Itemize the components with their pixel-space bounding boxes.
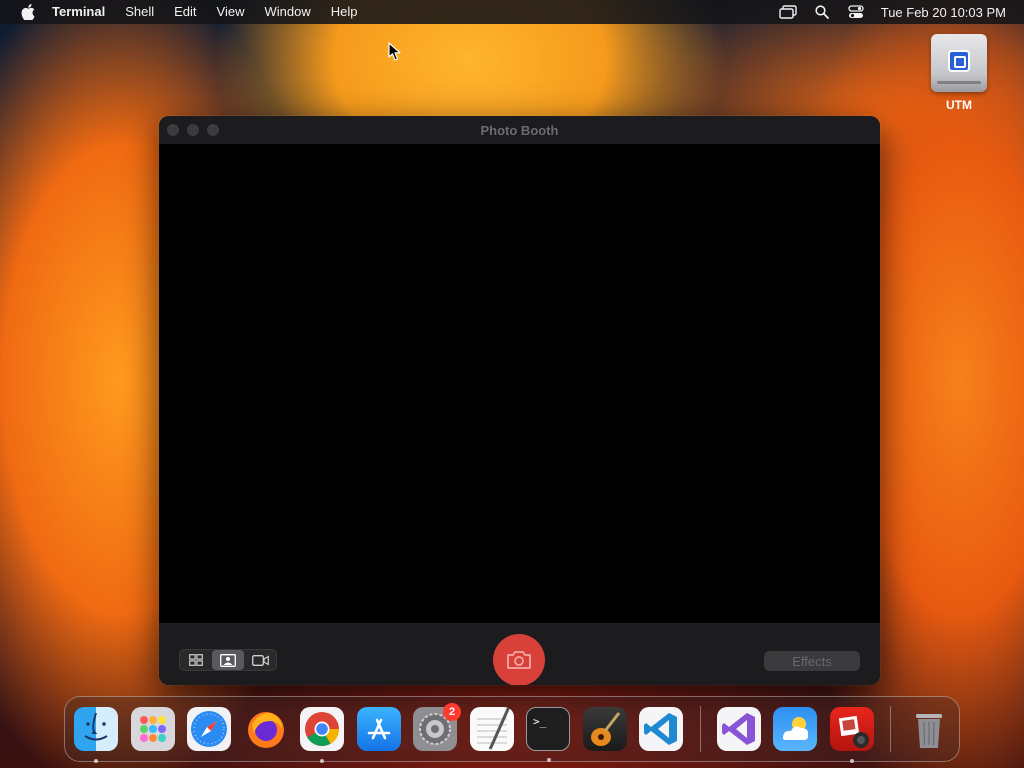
photo-booth-icon[interactable] — [829, 707, 874, 763]
safari-icon[interactable] — [187, 707, 231, 751]
visual-studio-icon[interactable] — [716, 707, 761, 751]
control-center-icon[interactable] — [839, 0, 873, 24]
dock: 2 >_ — [64, 696, 960, 763]
app-store-icon[interactable] — [356, 707, 401, 751]
take-photo-button[interactable] — [493, 634, 545, 685]
desktop-icon-label: UTM — [946, 98, 972, 112]
firefox-icon[interactable] — [244, 707, 288, 751]
vscode-icon[interactable] — [639, 707, 683, 751]
menu-bar-clock[interactable]: Tue Feb 20 10:03 PM — [881, 5, 1006, 20]
launchpad-icon[interactable] — [130, 707, 175, 751]
garageband-icon[interactable] — [582, 707, 627, 751]
svg-text:>_: >_ — [533, 715, 547, 728]
spotlight-search-icon[interactable] — [805, 0, 839, 24]
system-settings-icon[interactable]: 2 — [413, 703, 461, 751]
menu-edit[interactable]: Edit — [164, 0, 206, 24]
single-photo-mode-icon[interactable] — [212, 650, 244, 670]
weather-icon[interactable] — [773, 707, 817, 751]
chrome-icon[interactable] — [300, 707, 344, 763]
effects-button[interactable]: Effects — [764, 651, 860, 671]
terminal-icon[interactable]: >_ — [526, 707, 570, 762]
camera-preview — [159, 144, 880, 623]
dock-separator — [890, 706, 891, 752]
external-drive-icon — [931, 34, 987, 92]
menu-help[interactable]: Help — [321, 0, 368, 24]
mouse-pointer-icon — [388, 42, 401, 61]
photo-booth-toolbar: Effects — [159, 623, 880, 685]
camera-icon — [507, 651, 531, 669]
finder-icon[interactable] — [74, 707, 118, 763]
video-mode-icon[interactable] — [244, 650, 276, 670]
window-title: Photo Booth — [480, 122, 559, 138]
menu-window[interactable]: Window — [255, 0, 321, 24]
four-photos-mode-icon[interactable] — [180, 650, 212, 670]
photo-booth-window: Photo Booth Effects — [159, 116, 880, 685]
menu-app-name[interactable]: Terminal — [38, 0, 115, 24]
capture-mode-selector — [179, 649, 277, 671]
menu-bar: Terminal Shell Edit View Window Help Tue… — [0, 0, 1024, 24]
window-titlebar[interactable]: Photo Booth — [159, 116, 880, 144]
apple-menu-icon[interactable] — [18, 0, 38, 24]
notification-badge: 2 — [443, 703, 461, 721]
menu-shell[interactable]: Shell — [115, 0, 164, 24]
dock-separator — [699, 706, 701, 752]
screen-mirroring-icon[interactable] — [771, 0, 805, 24]
trash-icon[interactable] — [907, 707, 951, 751]
textedit-icon[interactable] — [469, 707, 514, 751]
desktop-icon-utm[interactable]: UTM — [924, 34, 994, 112]
menu-view[interactable]: View — [207, 0, 255, 24]
